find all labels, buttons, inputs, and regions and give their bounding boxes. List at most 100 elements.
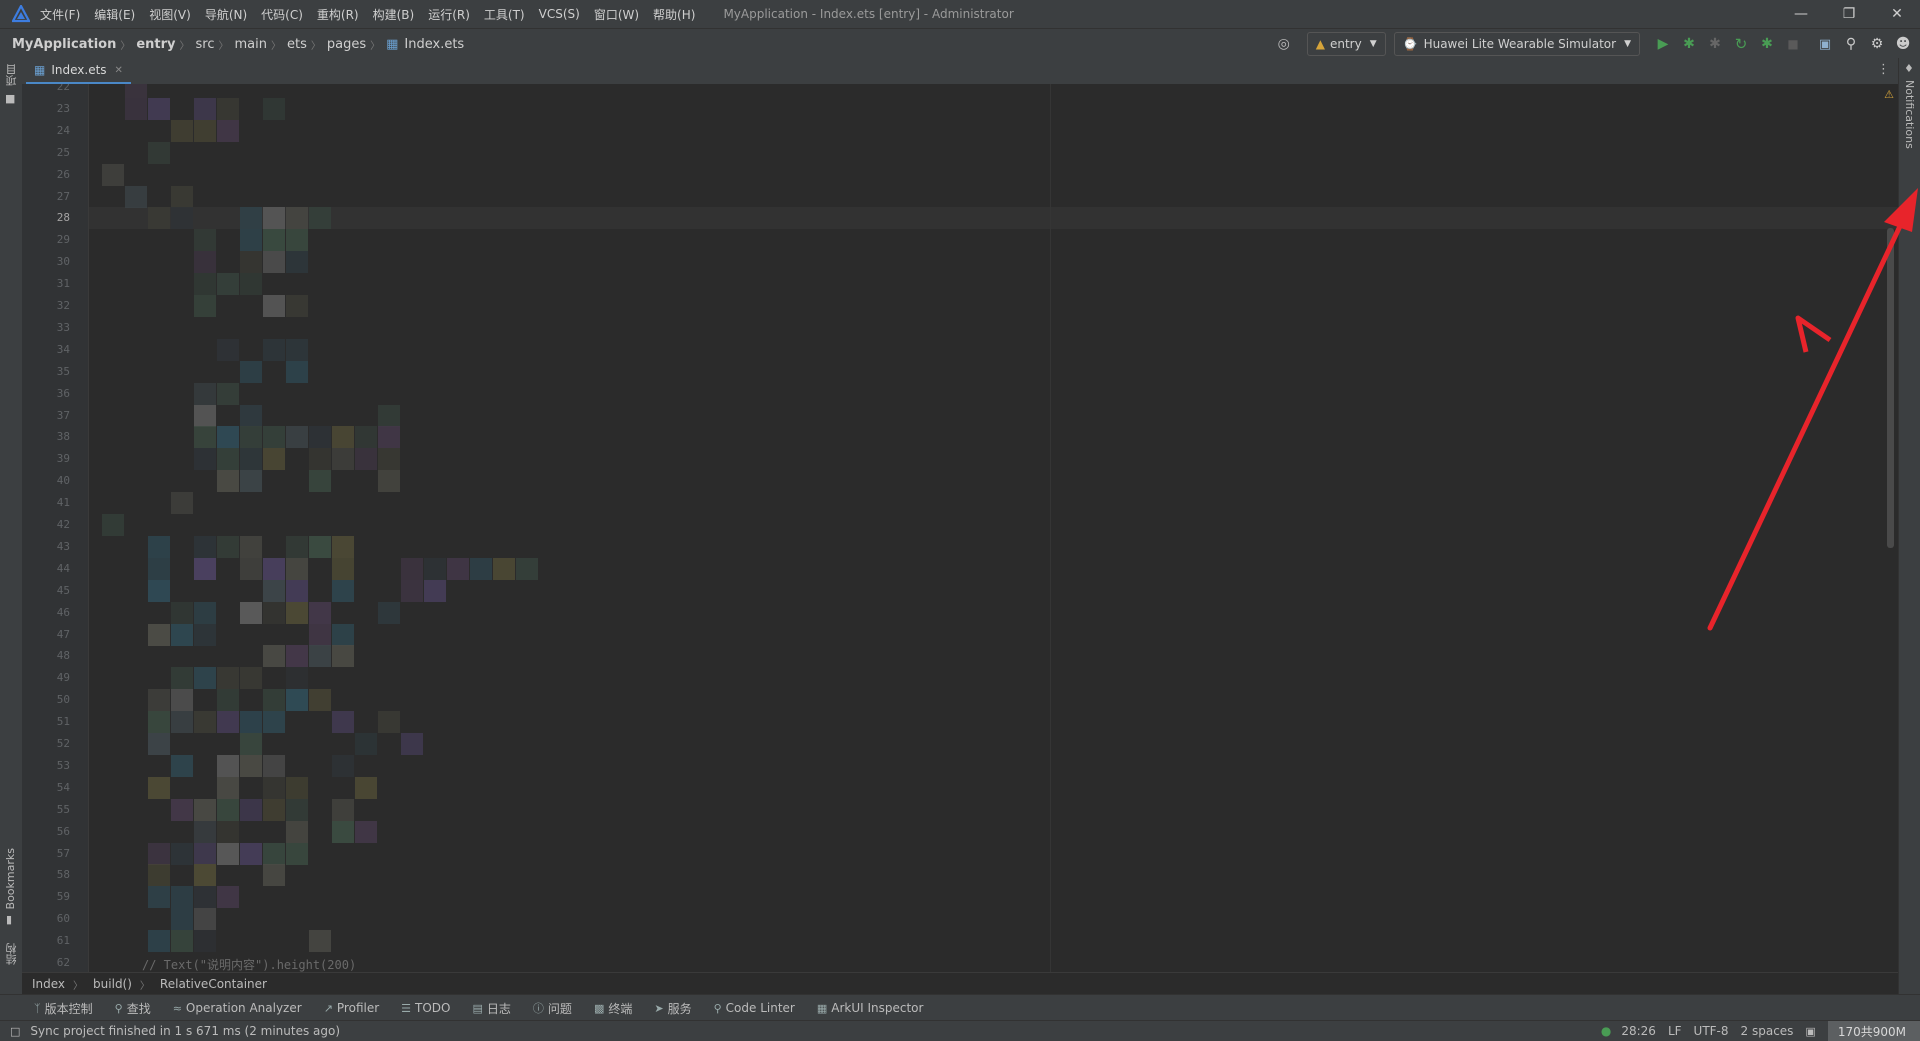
pixel-block — [148, 141, 170, 164]
module-dropdown[interactable]: ▲ entry ▼ — [1306, 32, 1386, 56]
pixel-block — [286, 229, 308, 252]
pixel-block — [309, 623, 331, 646]
ets-file-icon: ▦ — [34, 63, 46, 77]
pixel-block — [217, 886, 239, 909]
menu-run[interactable]: 运行(R) — [428, 6, 470, 23]
pixel-block — [125, 185, 147, 208]
pixel-block — [401, 579, 423, 602]
breadcrumb-main[interactable]: main — [235, 37, 267, 52]
breadcrumb-src[interactable]: src — [196, 37, 215, 52]
crumb-build[interactable]: build() — [93, 977, 132, 991]
line-separator[interactable]: LF — [1668, 1024, 1682, 1038]
line-number: 33 — [56, 320, 70, 334]
tw-code-linter[interactable]: ⚲ Code Linter — [714, 1001, 795, 1015]
menu-window[interactable]: 窗口(W) — [594, 6, 639, 23]
minimize-button[interactable]: — — [1778, 0, 1824, 28]
line-number: 46 — [56, 605, 70, 619]
tab-index-ets[interactable]: ▦ Index.ets ✕ — [26, 58, 131, 85]
pixel-block — [194, 273, 216, 296]
tw-find[interactable]: ⚲ 查找 — [115, 1000, 151, 1017]
tw-todo[interactable]: ☰ TODO — [401, 1001, 450, 1015]
chevron-down-icon: ▼ — [1624, 39, 1631, 49]
menu-navigate[interactable]: 导航(N) — [205, 6, 247, 23]
crumb-relative-container[interactable]: RelativeContainer — [160, 977, 267, 991]
tw-arkui-inspector[interactable]: ▦ ArkUI Inspector — [817, 1001, 924, 1015]
structure-tool-button[interactable]: 结构 — [4, 943, 20, 965]
account-button[interactable]: ☻ — [1892, 33, 1914, 55]
menu-code[interactable]: 代码(C) — [261, 6, 303, 23]
breadcrumb-pages[interactable]: pages — [327, 37, 366, 52]
crumb-index[interactable]: Index — [32, 977, 65, 991]
device-manager-button[interactable]: ▣ — [1814, 33, 1836, 55]
rerun-button[interactable]: ↻ — [1730, 33, 1752, 55]
menu-build[interactable]: 构建(B) — [373, 6, 415, 23]
device-dropdown[interactable]: ⌚ Huawei Lite Wearable Simulator ▼ — [1393, 32, 1640, 56]
pixel-block — [171, 842, 193, 865]
code-editor[interactable]: 22 23 24 25 26 27 28 29 30 31 32 33 34 35 36 37 38 39 40 41… — [22, 84, 1898, 972]
tw-profiler[interactable]: ↗ Profiler — [324, 1001, 379, 1015]
pixel-block — [332, 798, 354, 821]
more-options-icon[interactable]: ⋮ — [1877, 62, 1890, 77]
settings-button[interactable]: ⚙ — [1866, 33, 1888, 55]
file-encoding[interactable]: UTF-8 — [1694, 1024, 1729, 1038]
status-message[interactable]: Sync project finished in 1 s 671 ms (2 m… — [30, 1024, 340, 1038]
tw-services[interactable]: ➤ 服务 — [654, 1000, 691, 1017]
pixel-block — [240, 360, 262, 383]
breadcrumb-ets[interactable]: ets — [287, 37, 307, 52]
tab-label: Index.ets — [51, 63, 107, 77]
breadcrumb-project[interactable]: MyApplication — [12, 37, 116, 52]
tw-problems[interactable]: ⓘ 问题 — [533, 1000, 572, 1017]
search-icon: ⚲ — [114, 1001, 123, 1015]
layout-icon[interactable]: □ — [10, 1025, 20, 1038]
breadcrumb-module[interactable]: entry — [136, 37, 175, 52]
tw-log[interactable]: ▤ 日志 — [473, 1000, 511, 1017]
pixel-block — [378, 426, 400, 449]
lock-icon[interactable]: ▣ — [1805, 1025, 1815, 1038]
menu-edit[interactable]: 编辑(E) — [94, 6, 135, 23]
menu-file[interactable]: 文件(F) — [40, 6, 80, 23]
attach-debugger-button[interactable]: ✱ — [1704, 33, 1726, 55]
memory-indicator[interactable]: 170共900M — [1827, 1021, 1920, 1041]
line-number: 61 — [56, 934, 70, 948]
tw-terminal[interactable]: ▩ 终端 — [594, 1000, 632, 1017]
line-number: 59 — [56, 890, 70, 904]
restore-button[interactable]: ❐ — [1826, 0, 1872, 28]
tool-window-bar: ᛉ 版本控制 ⚲ 查找 ≈ Operation Analyzer ↗ Profiler … — [0, 994, 1920, 1021]
pixel-block — [332, 448, 354, 471]
run-button[interactable]: ▶ — [1652, 33, 1674, 55]
pixel-block — [240, 251, 262, 274]
stop-button[interactable]: ■ — [1782, 33, 1804, 55]
tw-version-control[interactable]: ᛉ 版本控制 — [34, 1000, 93, 1017]
tw-operation-analyzer[interactable]: ≈ Operation Analyzer — [173, 1001, 302, 1015]
notifications-tool-button[interactable]: Notifications — [1903, 80, 1916, 149]
close-tab-icon[interactable]: ✕ — [115, 65, 123, 76]
pixel-block — [240, 733, 262, 755]
menu-vcs[interactable]: VCS(S) — [539, 7, 580, 21]
menu-refactor[interactable]: 重构(R) — [317, 6, 359, 23]
warning-icon[interactable]: ⚠ — [1884, 88, 1894, 101]
menu-tools[interactable]: 工具(T) — [484, 6, 525, 23]
chevron-right-icon: 〉 — [370, 40, 381, 52]
pixel-block — [194, 97, 216, 120]
search-everywhere-button[interactable]: ⚲ — [1840, 33, 1862, 55]
line-number: 38 — [56, 430, 70, 444]
pixel-block — [171, 601, 193, 624]
line-number: 50 — [56, 693, 70, 707]
menu-view[interactable]: 视图(V) — [149, 6, 191, 23]
caret-position[interactable]: 28:26 — [1621, 1024, 1656, 1038]
chart-icon: ≈ — [172, 1001, 182, 1015]
debug-button[interactable]: ✱ — [1678, 33, 1700, 55]
indent-setting[interactable]: 2 spaces — [1741, 1024, 1794, 1038]
pixel-block — [148, 864, 170, 887]
pixel-block — [240, 601, 262, 624]
target-icon[interactable]: ◎ — [1273, 33, 1295, 55]
bookmarks-tool-button[interactable]: Bookmarks — [4, 848, 17, 909]
menu-help[interactable]: 帮助(H) — [653, 6, 695, 23]
apply-changes-button[interactable]: ✱ — [1756, 33, 1778, 55]
breadcrumb-file[interactable]: Index.ets — [404, 37, 464, 52]
device-dropdown-label: Huawei Lite Wearable Simulator — [1423, 37, 1617, 51]
close-window-button[interactable]: ✕ — [1874, 0, 1920, 28]
project-tool-button[interactable]: 项目 — [4, 64, 20, 86]
editor-scrollbar[interactable] — [1887, 228, 1894, 548]
line-number: 36 — [56, 386, 70, 400]
